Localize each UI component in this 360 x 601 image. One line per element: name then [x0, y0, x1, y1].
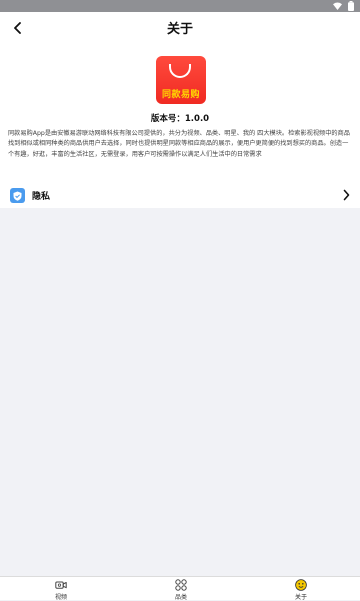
tab-about[interactable]: 关于 — [271, 579, 331, 601]
shield-icon — [10, 188, 25, 203]
app-description: 同款易购App是由安徽易游联动网络科技有限公司提供的，共分为视频、品类、明星、我… — [8, 130, 350, 158]
status-bar — [0, 0, 360, 12]
logo-text: 同款易购 — [161, 90, 200, 100]
tab-video[interactable]: 视频 — [31, 579, 91, 601]
tab-category[interactable]: 品类 — [151, 579, 211, 601]
grid-icon — [175, 579, 187, 591]
version-label: 版本号：1.0.0 — [150, 114, 210, 124]
privacy-label: 隐私 — [32, 192, 51, 202]
shopping-bag-handle-icon — [169, 64, 191, 78]
video-camera-icon — [55, 581, 67, 589]
about-section: 同款易购 版本号：1.0.0 同款易购App是由安徽易游联动网络科技有限公司提供… — [0, 44, 360, 183]
page-title: 关于 — [166, 22, 193, 37]
tab-bar: 视频 品类 关于 — [0, 576, 360, 601]
status-icons — [333, 1, 354, 11]
battery-icon — [348, 1, 354, 11]
chevron-right-icon — [343, 189, 350, 201]
wifi-icon — [333, 2, 342, 10]
smiley-face-icon — [295, 579, 307, 591]
nav-bar: 关于 — [0, 12, 360, 44]
privacy-row[interactable]: 隐私 — [0, 183, 360, 208]
app-logo: 同款易购 — [156, 56, 206, 104]
